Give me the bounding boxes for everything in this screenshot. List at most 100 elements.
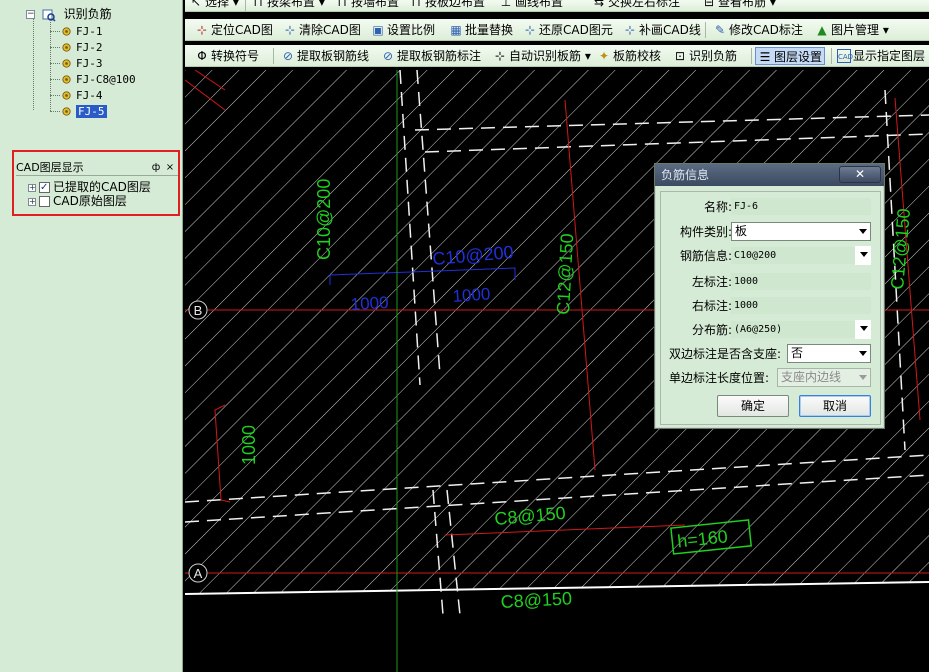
redraw-cad-line-label: 补画CAD线 <box>639 23 701 37</box>
tree-item-label-selected: FJ-5 <box>76 105 107 118</box>
field-type: 构件类别: 板 <box>661 222 880 242</box>
show-layer-button[interactable]: CAD 显示指定图层 <box>835 47 927 65</box>
tree-item-fj-2[interactable]: FJ-2 <box>61 39 103 55</box>
pin-icon[interactable]: ф <box>150 161 162 175</box>
layer-panel-title: CAD图层显示 <box>16 161 84 174</box>
close-button[interactable]: ✕ <box>839 166 881 183</box>
expand-icon[interactable]: + <box>28 197 36 206</box>
field-right: 右标注: 1000 <box>661 296 880 316</box>
layer-checkbox-extracted[interactable] <box>39 180 50 196</box>
set-scale-button[interactable]: ▣ 设置比例 <box>369 21 437 39</box>
clear-icon: ⊹ <box>284 23 296 37</box>
show-layer-label: 显示指定图层 <box>853 49 926 63</box>
extract-line-icon: ⊘ <box>282 49 294 63</box>
right-input[interactable]: 1000 <box>731 297 871 314</box>
toolbar-draw: ↖ 选择 ▾ ⊓ 按梁布置 ▾ ⊓ 按墙布置 ⊓ 按板边布置 ⊥ 画线布置 ⇆ 交换左右标注… <box>185 0 929 12</box>
slab-edge-label: 按板边布置 <box>425 0 486 9</box>
layer-item-label: CAD原始图层 <box>53 194 127 208</box>
rebar-label: C12@150 <box>553 233 577 315</box>
left-label: 左标注: <box>691 275 732 289</box>
image-manage-label: 图片管理 <box>831 23 880 37</box>
extract-rebar-label-text: 提取板钢筋标注 <box>397 49 482 63</box>
line-icon: ⊥ <box>500 0 512 9</box>
wall-icon: ⊓ <box>337 0 347 9</box>
layer-settings-button[interactable]: ☰ 图层设置 <box>755 47 826 65</box>
tree-item-fj-1[interactable]: FJ-1 <box>61 23 103 39</box>
tree-branch <box>50 95 60 96</box>
clear-cad-button[interactable]: ⊹ 清除CAD图 <box>281 21 363 39</box>
cancel-button[interactable]: 取消 <box>799 395 871 417</box>
locate-icon: ⊹ <box>196 23 208 37</box>
type-select-value: 板 <box>735 224 748 238</box>
double-side-select[interactable]: 否 <box>787 344 871 363</box>
dialog-titlebar[interactable]: 负筋信息 ✕ <box>655 164 884 186</box>
tree-item-fj-5[interactable]: FJ-5 <box>61 103 107 119</box>
tree-guide-line <box>50 22 51 111</box>
symbol-icon: Φ <box>197 49 207 63</box>
beam-place-button[interactable]: ⊓ 按梁布置 ▾ <box>249 0 327 11</box>
slab-edge-place-button[interactable]: ⊓ 按板边布置 <box>407 0 487 11</box>
distribution-dropdown-button[interactable] <box>855 320 871 339</box>
locate-cad-button[interactable]: ⊹ 定位CAD图 <box>193 21 275 39</box>
rebar-label: C10@200 <box>314 179 334 260</box>
swap-labels-button[interactable]: ⇆ 交换左右标注 <box>590 0 682 11</box>
cad-icon: CAD <box>837 49 853 63</box>
layers-icon: ☰ <box>759 50 771 64</box>
replace-icon: ▦ <box>450 23 462 37</box>
single-side-select[interactable]: 支座内边线 <box>777 368 871 387</box>
line-place-button[interactable]: ⊥ 画线布置 <box>497 0 565 11</box>
name-input[interactable]: FJ-6 <box>731 198 871 215</box>
toolbar-rebar: Φ 转换符号 ⊘ 提取板钢筋线 ⊘ 提取板钢筋标注 ⊹ 自动识别板筋 ▾ ✦ 板筋校核 ⊡… <box>185 45 929 67</box>
tree-item-label: FJ-4 <box>76 89 103 102</box>
image-manage-button[interactable]: ▲ 图片管理 ▾ <box>813 21 891 39</box>
beam-place-label: 按梁布置 <box>267 0 316 9</box>
batch-replace-button[interactable]: ▦ 批量替换 <box>447 21 515 39</box>
axis-label-b: B <box>194 303 203 318</box>
type-select[interactable]: 板 <box>731 222 871 241</box>
rebar-check-button[interactable]: ✦ 板筋校核 <box>595 47 663 65</box>
tree-root-label: 识别负筋 <box>63 7 112 21</box>
auto-identify-rebar-button[interactable]: ⊹ 自动识别板筋 ▾ <box>491 47 593 65</box>
layer-checkbox-original[interactable] <box>39 196 50 207</box>
tree-root[interactable]: − 识别负筋 <box>26 6 112 22</box>
field-distribution: 分布筋: (A6@250) <box>661 320 880 340</box>
view-rebar-button[interactable]: ⊟ 查看布筋 ▾ <box>700 0 778 11</box>
dialog-title: 负筋信息 <box>661 168 710 182</box>
rebar-input[interactable]: C10@200 <box>731 247 871 264</box>
toolbar-separator <box>751 48 752 64</box>
extract-rebar-line-button[interactable]: ⊘ 提取板钢筋线 <box>279 47 371 65</box>
tree-item-label: FJ-C8@100 <box>76 73 136 86</box>
redraw-cad-line-button[interactable]: ⊹ 补画CAD线 <box>621 21 703 39</box>
cursor-icon: ↖ <box>190 0 202 9</box>
identify-negative-rebar-button[interactable]: ⊡ 识别负筋 <box>671 47 739 65</box>
name-label: 名称: <box>703 200 732 214</box>
distribution-input[interactable]: (A6@250) <box>731 321 871 338</box>
left-input[interactable]: 1000 <box>731 273 871 290</box>
convert-symbol-button[interactable]: Φ 转换符号 <box>193 47 261 65</box>
layer-item-original[interactable]: + CAD原始图层 <box>28 193 127 209</box>
cad-layer-panel: CAD图层显示 ф × + 已提取的CAD图层 + CAD原始图层 <box>12 150 180 216</box>
close-icon[interactable]: × <box>164 161 176 175</box>
layer-settings-label: 图层设置 <box>774 50 823 64</box>
gear-icon <box>62 75 71 84</box>
redraw-icon: ⊹ <box>624 23 636 37</box>
tree-item-fj-c8[interactable]: FJ-C8@100 <box>61 71 136 87</box>
modify-cad-label-button[interactable]: ✎ 修改CAD标注 <box>711 21 805 39</box>
tree-branch <box>50 111 60 112</box>
layer-panel-titlebar: CAD图层显示 ф × <box>16 161 178 176</box>
restore-cad-button[interactable]: ⊹ 还原CAD图元 <box>521 21 615 39</box>
restore-cad-label: 还原CAD图元 <box>539 23 613 37</box>
tree-item-fj-3[interactable]: FJ-3 <box>61 55 103 71</box>
expand-icon[interactable]: + <box>28 183 36 192</box>
rebar-label: C8@150 <box>500 588 572 612</box>
tree-item-fj-4[interactable]: FJ-4 <box>61 87 103 103</box>
wall-place-button[interactable]: ⊓ 按墙布置 <box>333 0 401 11</box>
rebar-dropdown-button[interactable] <box>855 246 871 265</box>
check-icon: ✦ <box>598 49 610 63</box>
ok-button[interactable]: 确定 <box>717 395 789 417</box>
right-label: 右标注: <box>691 299 732 313</box>
collapse-icon[interactable]: − <box>26 10 35 19</box>
select-button[interactable]: ↖ 选择 ▾ <box>187 0 241 11</box>
clear-cad-label: 清除CAD图 <box>299 23 361 37</box>
extract-rebar-label-button[interactable]: ⊘ 提取板钢筋标注 <box>379 47 483 65</box>
